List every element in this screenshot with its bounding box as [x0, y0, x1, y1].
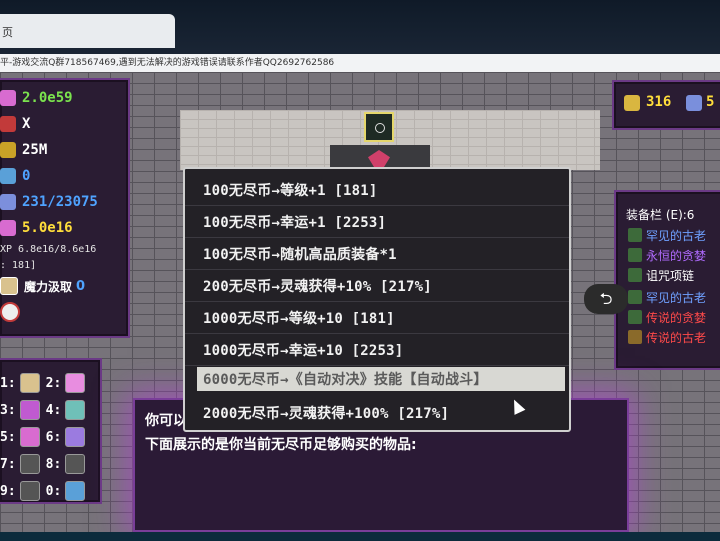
skill-key-5: 5:: [0, 429, 16, 445]
equipment-item-label: 传说的贪婪: [646, 310, 707, 325]
stat-speed: 0: [0, 166, 30, 186]
equipment-panel: 装备栏 (E):6 罕见的古老 永恒的贪婪 诅咒项链 罕见的古老 传说的贪婪 传…: [614, 190, 720, 370]
skill-key-2: 2:: [45, 375, 62, 391]
coin-count: 316: [646, 94, 672, 110]
skill-key-9: 9:: [0, 483, 16, 499]
stat-defense: 25M: [0, 140, 47, 160]
level-text: : 181]: [0, 260, 37, 271]
mana-drain-value: 0: [76, 278, 86, 294]
crystal-icon: [0, 194, 16, 210]
sword-icon: [0, 116, 16, 132]
shop-menu: 100无尽币→等级+1 [181] 100无尽币→幸运+1 [2253] 100…: [183, 167, 571, 432]
skill-slot-4[interactable]: [65, 400, 86, 420]
stat-luck: 5.0e16: [0, 218, 73, 238]
skill-slot-7[interactable]: [19, 454, 40, 474]
skill-slot-8[interactable]: [65, 454, 86, 474]
equipment-icon: [628, 290, 642, 304]
resource-panel: 316 5: [612, 80, 720, 130]
boots-icon: [0, 168, 16, 184]
skill-row-3: 5: 6:: [0, 426, 91, 448]
skill-key-7: 7:: [0, 456, 16, 472]
menu-item-level-1[interactable]: 100无尽币→等级+1 [181]: [185, 175, 569, 206]
taskbar-strip: [0, 532, 720, 541]
skills-panel: 1: 2: 3: 4: 5: 6: 7: 8: 9: 0:: [0, 358, 102, 504]
stair-icon: [375, 123, 385, 133]
clover-icon: [0, 220, 16, 236]
key-icon: [686, 95, 702, 111]
skill-key-6: 6:: [45, 429, 62, 445]
stat-attack-value: X: [22, 116, 31, 132]
back-button[interactable]: ⮌: [584, 284, 628, 314]
skill-key-3: 3:: [0, 402, 16, 418]
equipment-item[interactable]: 罕见的古老: [628, 288, 706, 306]
menu-item-luck-1[interactable]: 100无尽币→幸运+1 [2253]: [185, 207, 569, 238]
equipment-icon: [628, 310, 642, 324]
shield-icon: [0, 142, 16, 158]
forbidden-slot[interactable]: [0, 302, 26, 322]
equipment-item[interactable]: 传说的贪婪: [628, 308, 706, 326]
equipment-icon: [628, 228, 642, 242]
skill-slot-1[interactable]: [19, 373, 40, 393]
skill-row-5: 9: 0:: [0, 480, 91, 502]
browser-tab[interactable]: 页: [0, 14, 175, 48]
equipment-item-label: 永恒的贪婪: [646, 248, 707, 263]
equipment-item[interactable]: 永恒的贪婪: [628, 246, 706, 264]
skill-slot-9[interactable]: [19, 481, 40, 501]
skill-slot-2[interactable]: [65, 373, 86, 393]
stat-speed-value: 0: [22, 168, 31, 184]
skill-row-4: 7: 8:: [0, 453, 91, 475]
skill-slot-6[interactable]: [65, 427, 86, 447]
key-count: 5: [706, 94, 715, 110]
dialog-line-2: 下面展示的是你当前无尽币足够购买的物品:: [145, 437, 417, 453]
equipment-title: 装备栏 (E):6: [626, 208, 695, 222]
menu-item-luck-10[interactable]: 1000无尽币→幸运+10 [2253]: [185, 335, 569, 366]
stat-defense-value: 25M: [22, 142, 48, 158]
stair-tile: [364, 112, 394, 142]
equipment-item-label: 诅咒项链: [646, 268, 695, 283]
notice-bar: 平-游戏交流Q群718567469,遇到无法解决的游戏错误请联系作者QQ2692…: [0, 54, 720, 72]
stat-mana: 231/23075: [0, 192, 98, 212]
xp-text: XP 6.8e16/8.6e16: [0, 244, 97, 255]
skill-row-2: 3: 4:: [0, 399, 91, 421]
equipment-item[interactable]: 罕见的古老: [628, 226, 706, 244]
forbidden-icon: [0, 302, 20, 322]
equipment-item-label: 罕见的古老: [646, 290, 707, 305]
stats-panel: 2.0e59 X 25M 0 231/23075 5.0e16 XP 6.8e1…: [0, 78, 130, 338]
coin-icon: [624, 95, 640, 111]
skill-key-1: 1:: [0, 375, 16, 391]
skill-row-1: 1: 2:: [0, 372, 91, 394]
equipment-icon: [628, 268, 642, 282]
equipment-icon: [628, 248, 642, 262]
equipment-item-label: 传说的古老: [646, 330, 707, 345]
equipment-item-label: 罕见的古老: [646, 228, 707, 243]
skill-key-0: 0:: [45, 483, 62, 499]
equipment-item[interactable]: 诅咒项链: [628, 266, 694, 284]
menu-item-level-10[interactable]: 1000无尽币→等级+10 [181]: [185, 303, 569, 334]
mana-drain-icon: [0, 277, 18, 295]
browser-tab-title: 页: [2, 26, 13, 39]
skill-key-4: 4:: [45, 402, 62, 418]
skill-slot-3[interactable]: [19, 400, 40, 420]
menu-item-random-equipment[interactable]: 100无尽币→随机高品质装备*1: [185, 239, 569, 270]
heart-icon: [0, 90, 16, 106]
stat-mana-value: 231/23075: [22, 194, 98, 210]
mana-drain-skill[interactable]: 魔力汲取 0: [0, 276, 85, 296]
stat-hp: 2.0e59: [0, 88, 73, 108]
equipment-item[interactable]: 传说的古老: [628, 328, 706, 346]
stat-luck-value: 5.0e16: [22, 220, 73, 236]
stat-attack: X: [0, 114, 30, 134]
dialog-line-1: 你可以: [145, 413, 187, 429]
equipment-icon: [628, 330, 642, 344]
menu-item-auto-battle[interactable]: 6000无尽币→《自动对决》技能【自动战斗】: [197, 367, 565, 391]
mana-drain-label: 魔力汲取: [24, 279, 73, 294]
skill-slot-0[interactable]: [65, 481, 86, 501]
skill-key-8: 8:: [45, 456, 62, 472]
stat-hp-value: 2.0e59: [22, 90, 73, 106]
menu-item-soul-10[interactable]: 200无尽币→灵魂获得+10% [217%]: [185, 271, 569, 302]
skill-slot-5[interactable]: [19, 427, 40, 447]
